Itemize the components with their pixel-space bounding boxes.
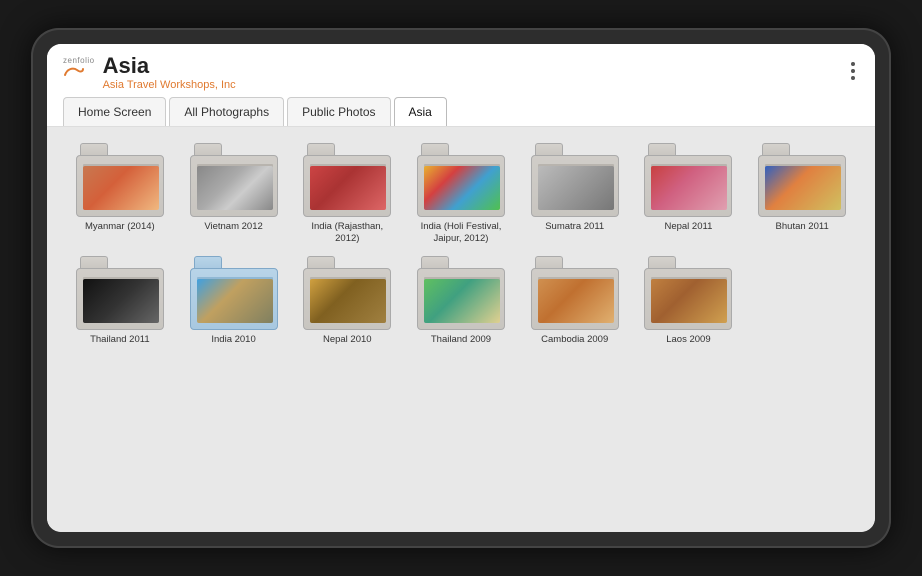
folder-body <box>644 268 732 330</box>
folder-thumbnail <box>651 166 727 210</box>
header-title-group: Asia Asia Travel Workshops, Inc <box>103 54 236 91</box>
folder-name: Nepal 2011 <box>664 221 712 232</box>
folders-grid: Myanmar (2014) Vietnam 2012 <box>67 143 855 345</box>
folder-item-vietnam[interactable]: Vietnam 2012 <box>181 143 287 244</box>
content-area: Myanmar (2014) Vietnam 2012 <box>47 127 875 532</box>
folder-name: Thailand 2009 <box>431 334 491 345</box>
folder-name: Thailand 2011 <box>90 334 150 345</box>
folder-icon <box>303 143 391 217</box>
folder-name: Laos 2009 <box>666 334 710 345</box>
nav-tabs: Home ScreenAll PhotographsPublic PhotosA… <box>63 97 859 126</box>
folder-body <box>644 155 732 217</box>
folder-item-cambodia2009[interactable]: Cambodia 2009 <box>522 256 628 345</box>
folder-body <box>190 155 278 217</box>
folder-icon <box>190 256 278 330</box>
folder-body <box>531 268 619 330</box>
folder-thumbnail <box>197 279 273 323</box>
more-dot-3 <box>851 76 855 80</box>
folder-item-india-raj[interactable]: India (Rajasthan, 2012) <box>294 143 400 244</box>
folder-thumbnail <box>83 166 159 210</box>
more-dot-1 <box>851 62 855 66</box>
folder-body <box>76 155 164 217</box>
folder-item-sumatra[interactable]: Sumatra 2011 <box>522 143 628 244</box>
folder-icon <box>644 143 732 217</box>
folder-item-thailand2009[interactable]: Thailand 2009 <box>408 256 514 345</box>
folder-body <box>531 155 619 217</box>
page-title: Asia <box>103 54 236 78</box>
zenfolio-brand-text: zenfolio <box>63 56 95 65</box>
tablet-frame: zenfolio Asia Asia Travel Workshops, Inc <box>31 28 891 548</box>
tab-home[interactable]: Home Screen <box>63 97 166 126</box>
tablet-screen: zenfolio Asia Asia Travel Workshops, Inc <box>47 44 875 532</box>
folder-name: Vietnam 2012 <box>204 221 262 232</box>
folder-name: Sumatra 2011 <box>545 221 604 232</box>
folder-item-bhutan[interactable]: Bhutan 2011 <box>749 143 855 244</box>
folder-item-nepal2011[interactable]: Nepal 2011 <box>636 143 742 244</box>
folder-icon <box>644 256 732 330</box>
folder-thumbnail <box>310 279 386 323</box>
folder-name: India (Rajasthan, 2012) <box>302 221 392 244</box>
zenfolio-swirl-icon <box>63 65 85 79</box>
folder-name: Cambodia 2009 <box>541 334 608 345</box>
folder-name: Nepal 2010 <box>323 334 372 345</box>
header: zenfolio Asia Asia Travel Workshops, Inc <box>47 44 875 127</box>
folder-body <box>417 268 505 330</box>
folder-icon <box>531 143 619 217</box>
zenfolio-logo: zenfolio <box>63 56 95 79</box>
folder-thumbnail <box>651 279 727 323</box>
folder-icon <box>303 256 391 330</box>
folder-thumbnail <box>538 279 614 323</box>
folder-body <box>417 155 505 217</box>
tab-public[interactable]: Public Photos <box>287 97 390 126</box>
more-dot-2 <box>851 69 855 73</box>
folder-thumbnail <box>424 279 500 323</box>
folder-thumbnail <box>538 166 614 210</box>
folder-icon <box>76 256 164 330</box>
folder-thumbnail <box>83 279 159 323</box>
more-menu-button[interactable] <box>847 54 859 88</box>
folder-icon <box>76 143 164 217</box>
folder-name: Myanmar (2014) <box>85 221 155 232</box>
folder-icon <box>758 143 846 217</box>
folder-thumbnail <box>765 166 841 210</box>
folder-name: Bhutan 2011 <box>776 221 829 232</box>
folder-item-india2010[interactable]: India 2010 <box>181 256 287 345</box>
folder-body <box>303 268 391 330</box>
folder-item-myanmar[interactable]: Myanmar (2014) <box>67 143 173 244</box>
folder-thumbnail <box>424 166 500 210</box>
folder-icon <box>190 143 278 217</box>
folder-body <box>76 268 164 330</box>
tab-photographs[interactable]: All Photographs <box>169 97 284 126</box>
folder-name: India 2010 <box>211 334 255 345</box>
folder-item-thailand2011[interactable]: Thailand 2011 <box>67 256 173 345</box>
folder-thumbnail <box>310 166 386 210</box>
folder-icon <box>531 256 619 330</box>
tab-asia[interactable]: Asia <box>394 97 447 126</box>
page-subtitle: Asia Travel Workshops, Inc <box>103 79 236 91</box>
folder-name: India (Holi Festival, Jaipur, 2012) <box>416 221 506 244</box>
folder-body <box>190 268 278 330</box>
header-left: zenfolio Asia Asia Travel Workshops, Inc <box>63 54 236 91</box>
folder-body <box>758 155 846 217</box>
folder-body <box>303 155 391 217</box>
folder-item-nepal2010[interactable]: Nepal 2010 <box>294 256 400 345</box>
folder-item-india-holi[interactable]: India (Holi Festival, Jaipur, 2012) <box>408 143 514 244</box>
folder-icon <box>417 256 505 330</box>
folder-thumbnail <box>197 166 273 210</box>
folder-item-laos[interactable]: Laos 2009 <box>636 256 742 345</box>
folder-icon <box>417 143 505 217</box>
